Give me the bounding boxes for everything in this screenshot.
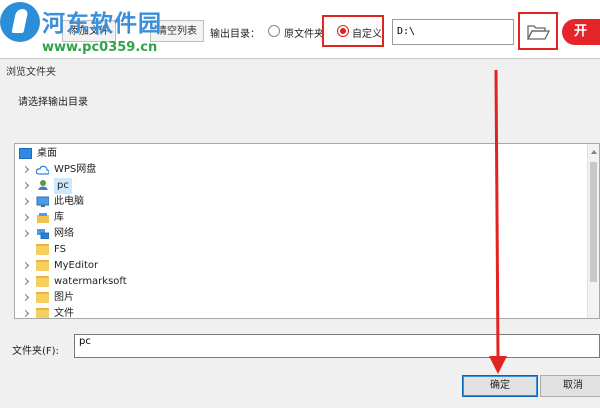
folder-icon — [36, 276, 49, 287]
tree-item-label: MyEditor — [54, 260, 99, 271]
folder-tree[interactable]: 桌面 WPS网盘 pc 此电脑 库 网络 FS MyEditor waterma… — [14, 143, 600, 319]
tree-scrollbar[interactable] — [587, 144, 599, 318]
tree-item-label: 桌面 — [37, 148, 57, 159]
computer-icon — [36, 196, 49, 207]
tree-item-pc[interactable]: pc — [21, 178, 579, 194]
browse-folder-button[interactable] — [523, 17, 553, 45]
tree-item-label: pc — [54, 178, 72, 194]
folder-field-label: 文件夹(F): — [12, 346, 59, 357]
folder-icon — [36, 308, 49, 318]
radio-original-folder[interactable] — [268, 25, 280, 37]
user-icon — [38, 180, 48, 190]
browse-folder-dialog: 浏览文件夹 请选择输出目录 桌面 WPS网盘 pc 此电脑 库 网络 FS My… — [0, 58, 600, 408]
expand-chevron-icon[interactable] — [21, 213, 30, 222]
tree-item-label: 库 — [54, 212, 64, 223]
library-icon — [37, 213, 49, 223]
tree-item-libraries[interactable]: 库 — [21, 210, 579, 226]
folder-icon — [36, 244, 49, 255]
scroll-thumb[interactable] — [590, 162, 597, 282]
option-custom-label: 自定义 — [352, 29, 382, 40]
folder-field[interactable]: pc — [74, 334, 600, 358]
expand-chevron-icon[interactable] — [21, 293, 30, 302]
expand-chevron-icon[interactable] — [21, 197, 30, 206]
tree-item-label: watermarksoft — [54, 276, 127, 287]
tree-item-watermarksoft[interactable]: watermarksoft — [21, 274, 579, 290]
desktop-icon — [19, 148, 32, 159]
expand-chevron-icon[interactable] — [21, 229, 30, 238]
tree-item-wps-cloud[interactable]: WPS网盘 — [21, 162, 579, 178]
tree-item-fs[interactable]: FS — [23, 242, 579, 258]
folder-icon — [36, 292, 49, 303]
tree-item-files[interactable]: 文件 — [21, 306, 579, 319]
dialog-prompt: 请选择输出目录 — [18, 97, 88, 108]
ok-button[interactable]: 确定 — [462, 375, 538, 397]
tree-item-label: 图片 — [54, 292, 74, 303]
tree-item-label: 此电脑 — [54, 196, 84, 207]
watermark-logo — [0, 2, 40, 42]
expand-chevron-icon[interactable] — [21, 309, 30, 318]
app-toolbar: 添加文件 清空列表 输出目录： 原文件夹 自定义 D:\ 开 河东软件园 www… — [0, 0, 600, 58]
expand-chevron-icon[interactable] — [21, 165, 30, 174]
cloud-icon — [36, 165, 49, 175]
network-icon — [37, 229, 49, 239]
scroll-up-arrow-icon[interactable] — [591, 150, 597, 154]
tree-item-label: WPS网盘 — [54, 164, 97, 175]
output-dir-label: 输出目录： — [210, 29, 260, 40]
dialog-title: 浏览文件夹 — [6, 67, 56, 78]
expand-chevron-icon[interactable] — [21, 261, 30, 270]
tree-item-myeditor[interactable]: MyEditor — [21, 258, 579, 274]
watermark-site-name: 河东软件园 — [42, 10, 162, 37]
open-folder-icon — [526, 25, 551, 40]
cancel-button[interactable]: 取消 — [540, 375, 600, 397]
output-path-input[interactable]: D:\ — [392, 19, 514, 45]
folder-icon — [36, 260, 49, 271]
tree-item-desktop[interactable]: 桌面 — [19, 146, 579, 162]
tree-item-pictures[interactable]: 图片 — [21, 290, 579, 306]
tree-item-label: FS — [54, 244, 66, 255]
tree-item-network[interactable]: 网络 — [21, 226, 579, 242]
expand-chevron-icon[interactable] — [21, 277, 30, 286]
option-original-label: 原文件夹 — [284, 29, 324, 40]
radio-custom-folder[interactable] — [337, 25, 349, 37]
tree-item-label: 网络 — [54, 228, 74, 239]
tree-item-label: 文件 — [54, 308, 74, 319]
expand-chevron-icon[interactable] — [21, 181, 30, 190]
tree-item-this-pc[interactable]: 此电脑 — [21, 194, 579, 210]
start-button[interactable]: 开 — [562, 19, 600, 45]
watermark-site-url: www.pc0359.cn — [42, 40, 158, 55]
